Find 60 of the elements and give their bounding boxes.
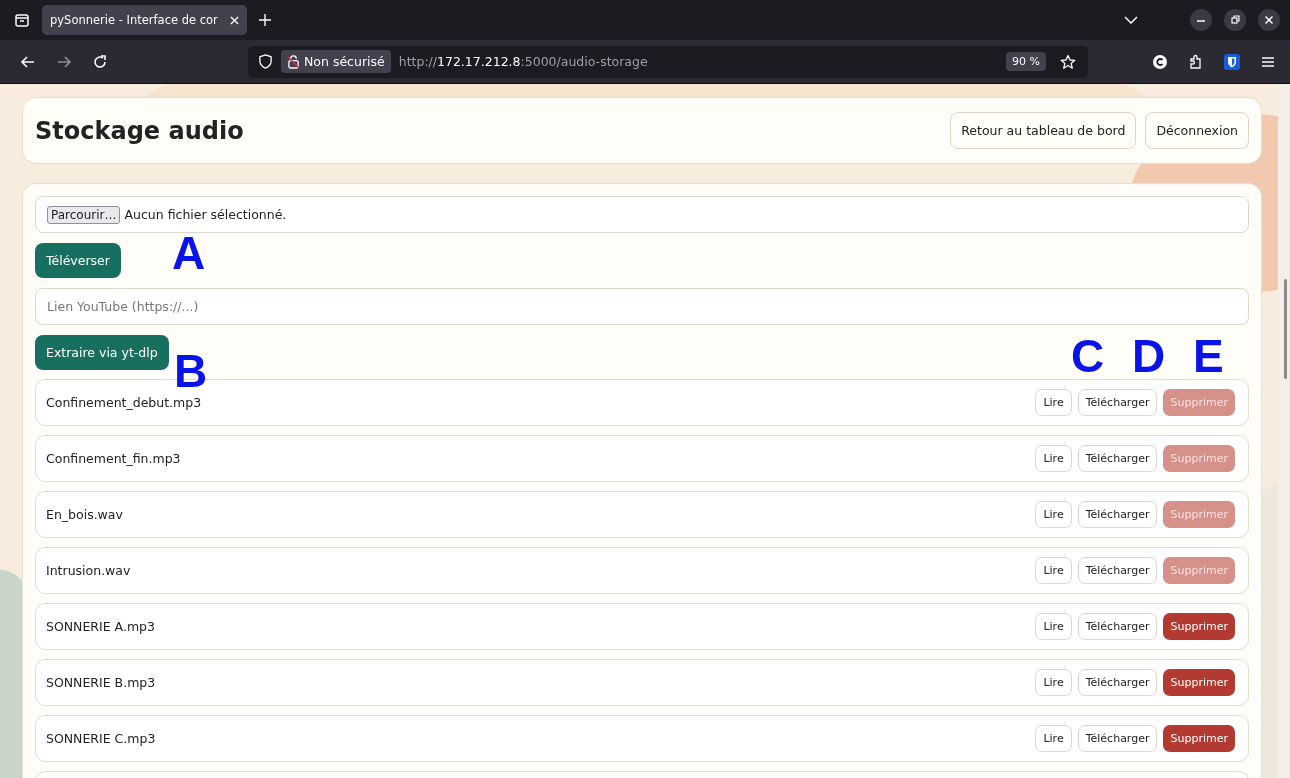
- file-name: Confinement_debut.mp3: [46, 395, 203, 410]
- minimize-icon[interactable]: [1190, 9, 1212, 31]
- file-name: SONNERIE B.mp3: [46, 675, 157, 690]
- download-button[interactable]: Télécharger: [1077, 613, 1158, 640]
- shield-icon[interactable]: [1224, 53, 1240, 70]
- zoom-badge[interactable]: 90 %: [1006, 52, 1046, 71]
- annotation-letter: E: [1193, 333, 1224, 379]
- play-button[interactable]: Lire: [1035, 669, 1072, 696]
- puzzle-icon[interactable]: [1188, 53, 1204, 70]
- close-icon[interactable]: [230, 15, 239, 25]
- shield-icon[interactable]: [258, 54, 273, 69]
- delete-button[interactable]: Supprimer: [1163, 669, 1235, 696]
- back-icon[interactable]: [20, 53, 36, 70]
- header-button[interactable]: Retour au tableau de bord: [950, 112, 1137, 149]
- file-input[interactable]: Parcourir… Aucun fichier sélectionné.: [35, 196, 1249, 233]
- restore-icon[interactable]: [1224, 9, 1246, 31]
- annotation-letter: A: [172, 230, 206, 276]
- download-button[interactable]: Télécharger: [1077, 445, 1158, 472]
- url-text[interactable]: http://172.17.212.8:5000/audio-storage: [398, 54, 648, 69]
- play-button[interactable]: Lire: [1035, 389, 1072, 416]
- new-tab-icon[interactable]: [259, 14, 271, 26]
- upload-button[interactable]: Téléverser: [35, 243, 121, 278]
- play-button[interactable]: Lire: [1035, 501, 1072, 528]
- play-button[interactable]: Lire: [1035, 613, 1072, 640]
- annotation-letter: D: [1132, 333, 1166, 379]
- file-status: Aucun fichier sélectionné.: [124, 207, 287, 222]
- file-name: Intrusion.wav: [46, 563, 132, 578]
- page-title: Stockage audio: [35, 116, 245, 145]
- star-icon[interactable]: [1060, 53, 1076, 70]
- scrollbar-thumb[interactable]: [1284, 279, 1287, 379]
- play-button[interactable]: Lire: [1035, 557, 1072, 584]
- broken-lock-icon: [287, 54, 300, 69]
- file-name: En_bois.wav: [46, 507, 124, 522]
- header-button[interactable]: Déconnexion: [1145, 112, 1249, 149]
- file-name: SONNERIE C.mp3: [46, 731, 157, 746]
- browse-button[interactable]: Parcourir…: [47, 205, 121, 224]
- address-bar[interactable]: Non sécurisé http://172.17.212.8:5000/audio-storage 90 %: [248, 45, 1088, 78]
- download-button[interactable]: Télécharger: [1077, 501, 1158, 528]
- close-icon[interactable]: [1258, 9, 1280, 31]
- play-button[interactable]: Lire: [1035, 445, 1072, 472]
- file-name: SONNERIE A.mp3: [46, 619, 156, 634]
- forward-icon[interactable]: [56, 53, 72, 70]
- delete-button[interactable]: Supprimer: [1163, 725, 1235, 752]
- annotation-letter: C: [1071, 333, 1105, 379]
- extension-icon[interactable]: [1152, 53, 1168, 70]
- chevron-down-icon[interactable]: [1124, 16, 1138, 24]
- security-indicator[interactable]: Non sécurisé: [281, 50, 391, 73]
- play-button[interactable]: Lire: [1035, 725, 1072, 752]
- reload-icon[interactable]: [92, 53, 108, 70]
- download-button[interactable]: Télécharger: [1077, 557, 1158, 584]
- download-button[interactable]: Télécharger: [1077, 725, 1158, 752]
- browser-tab[interactable]: pySonnerie - Interface de cor: [42, 5, 247, 35]
- download-button[interactable]: Télécharger: [1077, 669, 1158, 696]
- youtube-link-field[interactable]: Lien YouTube (https://...): [35, 288, 1249, 325]
- extract-button[interactable]: Extraire via yt-dlp: [35, 335, 169, 370]
- download-button[interactable]: Télécharger: [1077, 389, 1158, 416]
- tab-list-icon[interactable]: [14, 12, 30, 28]
- annotation-letter: B: [174, 348, 208, 394]
- file-name: Confinement_fin.mp3: [46, 451, 182, 466]
- delete-button[interactable]: Supprimer: [1163, 613, 1235, 640]
